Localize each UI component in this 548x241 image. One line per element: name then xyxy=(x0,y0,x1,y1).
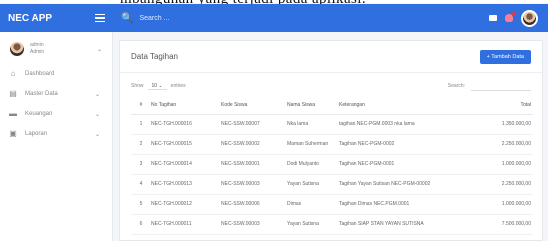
cell-kode-siswa: NEC-SSW.00003 xyxy=(221,174,287,195)
page-title: Data Tagihan xyxy=(131,52,178,61)
cell-no: 6 xyxy=(131,214,151,235)
cell-total: 1.000.000,00 xyxy=(469,154,533,175)
mail-icon[interactable] xyxy=(489,15,497,21)
sidebar-item-keuangan[interactable]: ▬ Keuangan ⌄ xyxy=(0,106,112,122)
cell-nama-siswa: Maman Suherman xyxy=(287,134,339,155)
table-row: 2 NEC-TGH.000015 NEC-SSW.00002 Maman Suh… xyxy=(131,134,533,155)
report-icon: ▣ xyxy=(9,129,17,138)
cell-no-tagihan: NEC-TGH.000011 xyxy=(151,214,221,235)
header-no[interactable]: # xyxy=(131,96,151,115)
chevron-down-icon: ⌄ xyxy=(94,111,100,118)
cell-nama-siswa: Yayan Sutisna xyxy=(287,174,339,195)
brand-title: NEC APP xyxy=(8,12,53,24)
card-header: Data Tagihan + Tambah Data xyxy=(120,41,542,73)
cell-kode-siswa: NEC-SSW.00006 xyxy=(221,194,287,215)
cell-no-tagihan: NEC-TGH.000014 xyxy=(151,154,221,175)
entries-select[interactable]: 10 ⌄ xyxy=(147,82,167,90)
cell-keterangan: Tagihan NEC-PGM-0002 xyxy=(339,134,469,155)
user-avatar xyxy=(10,42,24,56)
entries-label: entries xyxy=(170,83,186,89)
cell-keterangan: Tagihan Yayan Sutisan NEC-PGM-00002 xyxy=(339,174,469,195)
cell-no: 2 xyxy=(131,134,151,155)
header-nama-siswa[interactable]: Nama Siswa xyxy=(287,96,339,115)
sidebar-item-label: Dashboard xyxy=(25,71,55,77)
cell-no-tagihan: NEC-TGH.000016 xyxy=(151,114,221,135)
cell-keterangan: Tagihan SIAP STAN YAYAN SUTISNA xyxy=(339,214,469,235)
user-role: Admin xyxy=(30,49,45,55)
header-no-tagihan[interactable]: No Tagihan xyxy=(151,96,221,115)
data-card: Data Tagihan + Tambah Data Show 10 ⌄ ent… xyxy=(119,40,543,241)
cell-no: 5 xyxy=(131,194,151,215)
cell-total: 2.250.000,00 xyxy=(469,134,533,155)
bell-icon[interactable] xyxy=(505,12,516,22)
cell-keterangan: Tagihan NEC-PGM-0001 xyxy=(339,154,469,175)
sidebar-item-label: Keuangan xyxy=(25,111,53,117)
cell-no-tagihan: NEC-TGH.000015 xyxy=(151,134,221,155)
chevron-down-icon: ⌄ xyxy=(94,131,100,138)
sidebar: admin Admin ⌄ ⌂ Dashboard ▤ Master Data … xyxy=(0,32,113,241)
hamburger-icon[interactable] xyxy=(95,13,105,23)
cell-kode-siswa: NEC-SSW.00002 xyxy=(221,134,287,155)
search-label: Search: xyxy=(447,83,465,89)
cell-total: 2.250.000,00 xyxy=(469,174,533,195)
cell-nama-siswa: Nka lama xyxy=(287,114,339,135)
cell-nama-siswa: Dodi Mulyanto xyxy=(287,154,339,175)
table-header-row: # No Tagihan Kode Siswa Nama Siswa Keter… xyxy=(131,96,533,115)
sidebar-item-label: Laporan xyxy=(25,131,48,137)
search-icon: 🔍 xyxy=(121,12,134,24)
header-kode-siswa[interactable]: Kode Siswa xyxy=(221,96,287,115)
cell-no: 3 xyxy=(131,154,151,175)
cell-no-tagihan: NEC-TGH.000012 xyxy=(151,194,221,215)
home-icon: ⌂ xyxy=(10,69,16,78)
cell-keterangan: tagihan NEC-PGM.0003 nka lama xyxy=(339,114,469,135)
sidebar-item-label: Master Data xyxy=(25,91,58,97)
sidebar-item-dashboard[interactable]: ⌂ Dashboard xyxy=(0,66,112,82)
user-info: admin Admin xyxy=(30,42,44,56)
database-icon: ▤ xyxy=(9,89,17,98)
header-total[interactable]: Total xyxy=(469,96,533,115)
cell-total: 1.000.000,00 xyxy=(469,194,533,215)
top-navbar: NEC APP 🔍 xyxy=(0,4,548,32)
avatar[interactable] xyxy=(521,9,538,27)
entries-select-value: 10 xyxy=(151,82,158,89)
cell-no: 1 xyxy=(131,114,151,135)
table-search-input[interactable] xyxy=(471,81,531,91)
show-label: Show xyxy=(131,83,144,89)
brand[interactable]: NEC APP xyxy=(0,4,113,32)
chevron-down-icon: ⌄ xyxy=(94,91,100,98)
cell-kode-siswa: NEC-SSW.00007 xyxy=(221,114,287,135)
add-data-button[interactable]: + Tambah Data xyxy=(479,49,531,64)
header-keterangan[interactable]: Keterangan xyxy=(339,96,469,115)
sidebar-item-master-data[interactable]: ▤ Master Data ⌄ xyxy=(0,86,112,102)
navbar-main: 🔍 xyxy=(113,4,548,32)
cell-kode-siswa: NEC-SSW.00001 xyxy=(221,154,287,175)
tagihan-table: # No Tagihan Kode Siswa Nama Siswa Keter… xyxy=(131,96,533,235)
table-row: 4 NEC-TGH.000013 NEC-SSW.00003 Yayan Sut… xyxy=(131,174,533,195)
cell-kode-siswa: NEC-SSW.00003 xyxy=(221,214,287,235)
cell-no: 4 xyxy=(131,174,151,195)
chevron-down-icon[interactable]: ⌄ xyxy=(97,46,102,53)
sidebar-item-laporan[interactable]: ▣ Laporan ⌄ xyxy=(0,126,112,142)
cell-nama-siswa: Yayan Sutisna xyxy=(287,214,339,235)
user-name: admin xyxy=(30,42,44,48)
cell-nama-siswa: Dimas xyxy=(287,194,339,215)
navbar-actions xyxy=(489,9,548,27)
table-controls: Show 10 ⌄ entries Search: xyxy=(120,76,542,96)
table-row: 3 NEC-TGH.000014 NEC-SSW.00001 Dodi Muly… xyxy=(131,154,533,175)
cell-no-tagihan: NEC-TGH.000013 xyxy=(151,174,221,195)
cell-keterangan: Tagihan Dimas NEC.PGM.0001 xyxy=(339,194,469,215)
sidebar-user[interactable]: admin Admin ⌄ xyxy=(0,36,112,62)
money-icon: ▬ xyxy=(9,109,17,118)
cell-total: 1.350.000,00 xyxy=(469,114,533,135)
search-input[interactable] xyxy=(139,14,260,22)
table-row: 5 NEC-TGH.000012 NEC-SSW.00006 Dimas Tag… xyxy=(131,194,533,215)
table-row: 6 NEC-TGH.000011 NEC-SSW.00003 Yayan Sut… xyxy=(131,214,533,235)
cell-total: 7.500.000,00 xyxy=(469,214,533,235)
table-row: 1 NEC-TGH.000016 NEC-SSW.00007 Nka lama … xyxy=(131,114,533,135)
